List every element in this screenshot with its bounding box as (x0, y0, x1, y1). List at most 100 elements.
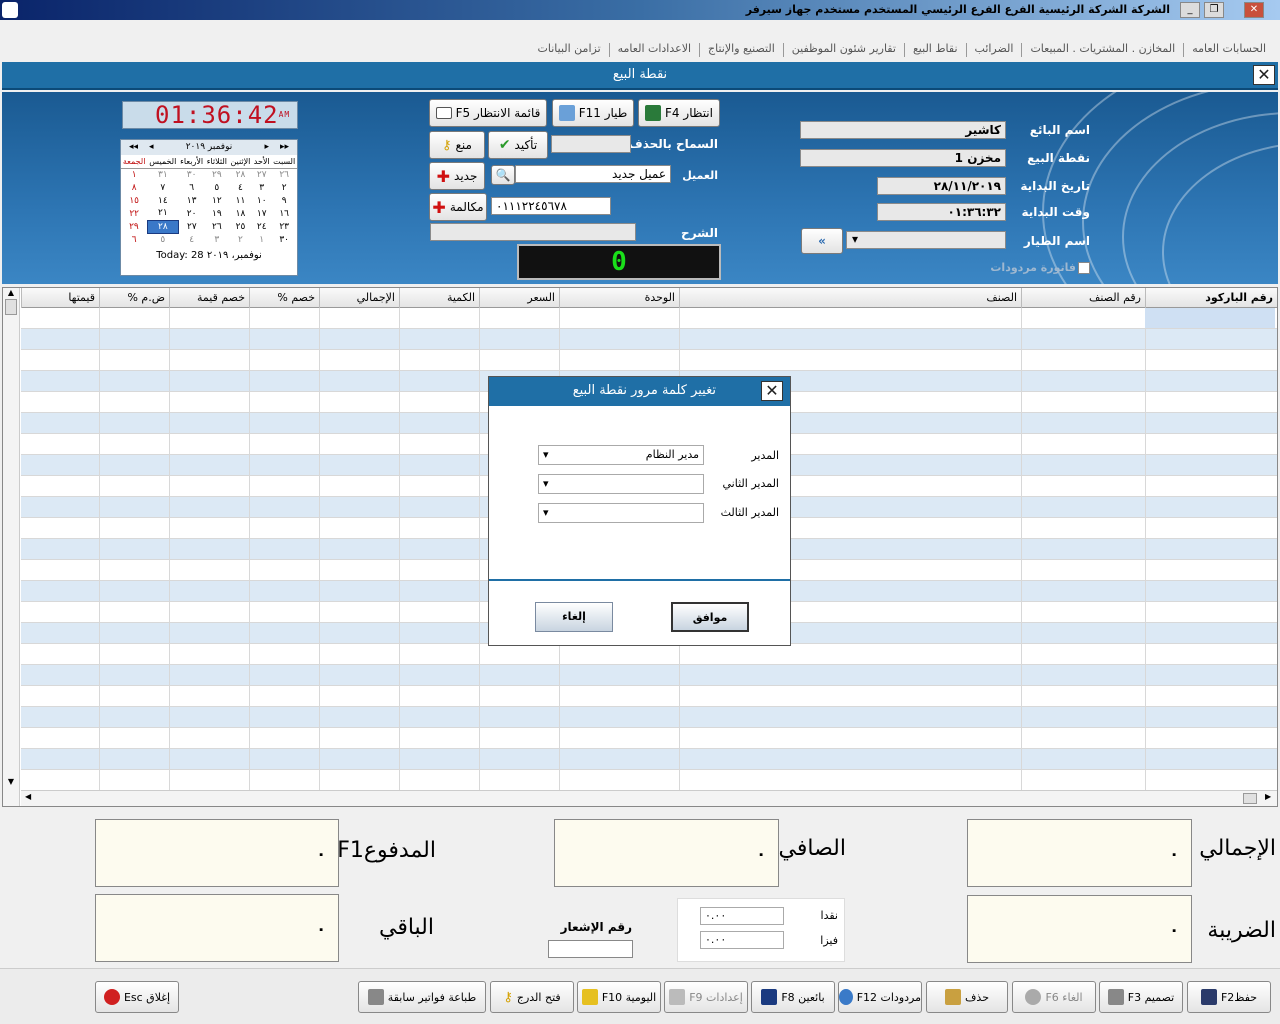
calendar-day[interactable]: ٥ (147, 233, 178, 246)
phone-field[interactable]: ٠١١١٢٢٤٥٦٧٨ (491, 197, 611, 215)
grid-horizontal-scrollbar[interactable]: ◀ ▶ (21, 790, 1277, 806)
customer-field[interactable]: عميل جديد (515, 165, 671, 183)
calendar-day[interactable]: ١٥ (121, 194, 147, 207)
table-row[interactable] (21, 350, 1277, 371)
calendar-day[interactable]: ٢ (229, 233, 252, 246)
calendar-day[interactable]: ٤ (229, 181, 252, 194)
pilot-select[interactable]: ▾ (846, 231, 1006, 249)
calendar-day-selected[interactable]: ٢٨ (146, 219, 179, 234)
menu-general-settings[interactable]: الاعدادات العامه (618, 40, 691, 55)
save-button[interactable]: حفظF2 (1187, 981, 1271, 1013)
calendar-day[interactable]: ٢٢ (121, 207, 147, 220)
design-button[interactable]: تصميم F3 (1099, 981, 1183, 1013)
table-row[interactable] (21, 644, 1277, 665)
calendar-day[interactable]: ١٢ (205, 194, 229, 207)
menu-manufacturing[interactable]: التصنيع والإنتاج (708, 40, 775, 55)
calendar-day[interactable]: ١٤ (147, 194, 178, 207)
menu-hr-reports[interactable]: تقارير شئون الموظفين (792, 40, 896, 55)
calendar-day[interactable]: ١ (121, 168, 147, 181)
table-row[interactable] (21, 308, 1277, 329)
calendar-day[interactable]: ٢٥ (229, 220, 252, 233)
manager-select[interactable]: مدير النظام ▾ (538, 445, 704, 465)
pilot-f11-button[interactable]: طيار F11 (552, 99, 634, 127)
manager3-select[interactable]: ▾ (538, 503, 704, 523)
prev-month-button[interactable]: ◂ (149, 140, 154, 155)
col-total[interactable]: الإجمالي (319, 288, 399, 308)
selected-cell[interactable] (1145, 308, 1275, 328)
form-close-button[interactable]: ✕ (1253, 65, 1275, 85)
col-vat-value[interactable]: قيمتها (21, 288, 99, 308)
minimize-button[interactable]: _ (1180, 2, 1200, 18)
ok-button[interactable]: موافق (671, 602, 749, 632)
calendar-day[interactable]: ٢٩ (205, 168, 229, 181)
scroll-thumb[interactable] (5, 299, 17, 315)
calendar-day[interactable]: ٦ (121, 233, 147, 246)
calendar-day[interactable]: ١ (252, 233, 271, 246)
col-barcode[interactable]: رقم الباركود (1145, 288, 1277, 308)
calendar-day[interactable]: ٣٠ (178, 168, 205, 181)
calendar-day[interactable]: ٢٦ (271, 168, 297, 181)
scroll-right-icon[interactable]: ▶ (1265, 792, 1271, 801)
calendar-day[interactable]: ٥ (205, 181, 229, 194)
scroll-down-icon[interactable]: ▼ (3, 777, 19, 786)
cash-field[interactable]: ٠.٠٠ (700, 907, 784, 925)
menu-taxes[interactable]: الضرائب (975, 40, 1014, 55)
table-row[interactable] (21, 686, 1277, 707)
customer-search-button[interactable]: 🔍 (491, 165, 515, 185)
visa-field[interactable]: ٠.٠٠ (700, 931, 784, 949)
col-unit[interactable]: الوحدة (559, 288, 679, 308)
table-row[interactable] (21, 770, 1277, 791)
prevent-button[interactable]: منع ⚷ (429, 131, 485, 159)
delete-button[interactable]: حذف (926, 981, 1008, 1013)
table-row[interactable] (21, 707, 1277, 728)
calendar-day[interactable]: ١٧ (252, 207, 271, 220)
scroll-thumb-h[interactable] (1243, 793, 1257, 804)
notice-field[interactable] (548, 940, 633, 958)
col-discount-value[interactable]: خصم قيمة (169, 288, 249, 308)
returns-f12-button[interactable]: مردودات F12 (838, 981, 922, 1013)
menu-stores[interactable]: المخازن . المشتريات . المبيعات (1030, 40, 1175, 55)
new-customer-button[interactable]: جديد ✚ (429, 162, 485, 190)
next-month-button[interactable]: ▸ (264, 140, 269, 155)
daily-f10-button[interactable]: اليومية F10 (577, 981, 661, 1013)
paid-box[interactable]: ٠ (95, 819, 339, 887)
calendar-day[interactable]: ٣ (205, 233, 229, 246)
settings-f9-button[interactable]: إعدادات F9 (664, 981, 748, 1013)
start-time-field[interactable]: ٠١:٣٦:٣٢ (877, 203, 1006, 221)
calendar-day[interactable]: ٢٧ (252, 168, 271, 181)
calendar-day[interactable]: ٩ (271, 194, 297, 207)
col-qty[interactable]: الكمية (399, 288, 479, 308)
calendar-day[interactable]: ٢١ (147, 207, 178, 220)
calendar-day[interactable]: ٣١ (147, 168, 178, 181)
table-row[interactable] (21, 749, 1277, 770)
close-esc-button[interactable]: إغلاق Esc (95, 981, 179, 1013)
next-year-button[interactable]: ▸▸ (280, 140, 289, 155)
description-field[interactable] (430, 223, 636, 241)
call-button[interactable]: مكالمة ✚ (429, 193, 487, 221)
go-button[interactable]: » (801, 228, 843, 254)
wait-list-f5-button[interactable]: قائمة الانتظار F5 (429, 99, 547, 127)
seller-field[interactable]: كاشير (800, 121, 1006, 139)
cancel-f6-button[interactable]: الغاء F6 (1012, 981, 1096, 1013)
cancel-dialog-button[interactable]: إلغاء (535, 602, 613, 632)
col-price[interactable]: السعر (479, 288, 559, 308)
menu-pos[interactable]: نقاط البيع (913, 40, 958, 55)
confirm-button[interactable]: تأكيد ✔ (488, 131, 548, 159)
col-discount-pct[interactable]: خصم % (249, 288, 319, 308)
pos-field[interactable]: مخزن 1 (800, 149, 1006, 167)
table-row[interactable] (21, 728, 1277, 749)
calendar-day[interactable]: ٢٨ (229, 168, 252, 181)
calendar-day[interactable]: ٦ (178, 181, 205, 194)
open-drawer-button[interactable]: فتح الدرج ⚷ (490, 981, 574, 1013)
calendar-day[interactable]: ١٣ (178, 194, 205, 207)
calendar-day[interactable]: ١٠ (252, 194, 271, 207)
calendar-day[interactable]: ٣٠ (271, 233, 297, 246)
calendar-day[interactable]: ١١ (229, 194, 252, 207)
table-row[interactable] (21, 329, 1277, 350)
calendar-day[interactable]: ٢٤ (252, 220, 271, 233)
col-item[interactable]: الصنف (679, 288, 1021, 308)
calendar-day[interactable]: ٢٩ (121, 220, 147, 233)
prev-year-button[interactable]: ◂◂ (129, 140, 138, 155)
scroll-left-icon[interactable]: ◀ (25, 792, 31, 801)
sellers-f8-button[interactable]: بائعين F8 (751, 981, 835, 1013)
